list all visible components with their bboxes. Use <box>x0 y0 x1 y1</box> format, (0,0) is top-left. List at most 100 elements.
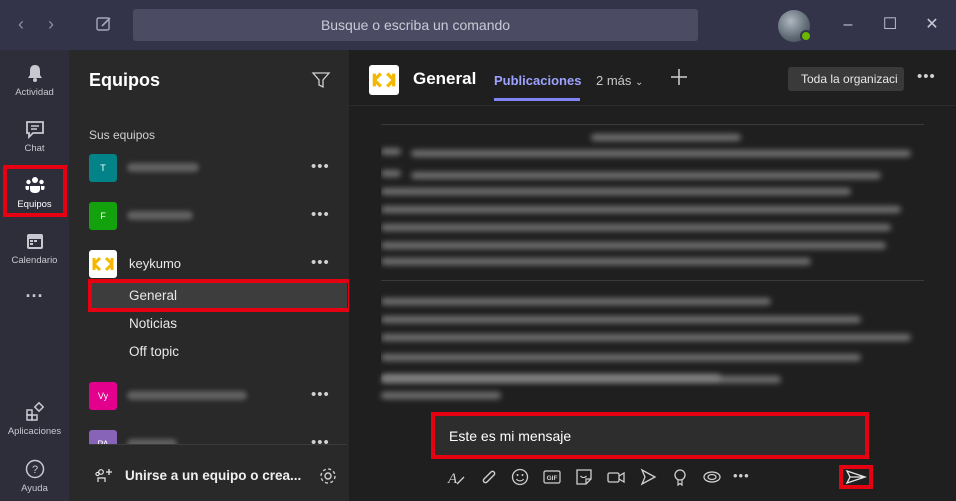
redacted-text <box>411 172 881 179</box>
svg-text:GIF: GIF <box>547 475 558 482</box>
redacted-text <box>381 148 401 155</box>
divider <box>381 280 924 281</box>
team-row-keykumo[interactable]: keykumo ••• <box>69 244 349 284</box>
minimize-icon[interactable]: – <box>833 10 863 40</box>
new-chat-icon[interactable] <box>93 13 115 35</box>
rail-label: Ayuda <box>21 483 48 494</box>
more-label: ··· <box>25 286 44 306</box>
redacted-text <box>381 316 861 323</box>
team-avatar: PA <box>89 430 117 444</box>
rail-label: Calendario <box>11 255 58 266</box>
team-avatar: Vy <box>89 382 117 410</box>
redacted-text <box>381 258 811 265</box>
channel-area: General Publicaciones 2 más ⌄ Toda la or… <box>349 50 956 501</box>
more-options-icon[interactable]: ••• <box>311 206 330 223</box>
tab-publicaciones[interactable]: Publicaciones <box>494 73 581 88</box>
channel-title: General <box>413 69 477 88</box>
more-options-icon[interactable]: ••• <box>311 434 330 444</box>
more-options-icon[interactable]: ••• <box>311 386 330 403</box>
more-options-icon[interactable]: ••• <box>311 254 330 271</box>
highlight-box <box>3 165 67 217</box>
sticker-icon[interactable] <box>573 466 595 488</box>
redacted-text <box>381 224 891 231</box>
section-label: Sus equipos <box>89 128 156 142</box>
loop-icon[interactable] <box>701 466 723 488</box>
team-row[interactable]: PA ••• <box>69 424 349 444</box>
app-rail: Actividad Chat Equipos Calendario ··· Ap… <box>0 50 69 501</box>
redacted-text <box>381 354 861 361</box>
team-name-redacted <box>127 211 193 220</box>
team-name: keykumo <box>129 256 182 271</box>
svg-text:A: A <box>447 471 458 487</box>
channel-header: General Publicaciones 2 más ⌄ Toda la or… <box>349 50 956 106</box>
rail-item-actividad[interactable]: Actividad <box>0 56 69 112</box>
chat-icon <box>25 121 44 140</box>
rail-item-chat[interactable]: Chat <box>0 112 69 168</box>
praise-icon[interactable] <box>669 466 691 488</box>
chevron-down-icon: ⌄ <box>635 77 644 88</box>
keykumo-logo-icon <box>369 65 399 95</box>
redacted-text <box>381 334 911 341</box>
apps-icon <box>25 401 44 421</box>
redacted-text <box>381 298 771 305</box>
team-avatar: T <box>89 154 117 182</box>
forward-arrow-icon[interactable]: › <box>40 13 62 35</box>
attach-icon[interactable] <box>477 466 499 488</box>
join-or-create-team[interactable]: Unirse a un equipo o crea... <box>69 455 349 495</box>
presence-available-icon <box>800 30 812 42</box>
add-tab-icon[interactable] <box>669 67 689 87</box>
search-input[interactable]: Busque o escriba un comando <box>133 9 698 41</box>
channel-noticias[interactable]: Noticias <box>89 310 347 338</box>
team-row[interactable]: Vy ••• <box>69 376 349 416</box>
more-options-icon[interactable]: ••• <box>311 158 330 175</box>
stream-icon[interactable] <box>637 466 659 488</box>
rail-item-equipos[interactable]: Equipos <box>0 165 69 224</box>
back-arrow-icon[interactable]: ‹ <box>10 13 32 35</box>
team-row[interactable]: T ••• <box>69 148 349 188</box>
redacted-text <box>381 170 401 177</box>
gear-icon[interactable] <box>318 466 338 486</box>
bell-icon <box>27 65 42 82</box>
svg-text:?: ? <box>31 464 37 476</box>
meet-now-icon[interactable] <box>605 466 627 488</box>
redacted-text <box>381 188 851 195</box>
redacted-text <box>591 134 741 141</box>
emoji-icon[interactable] <box>509 466 531 488</box>
format-icon[interactable]: A <box>445 466 467 488</box>
rail-item-ayuda[interactable]: ? Ayuda <box>0 452 69 501</box>
redacted-text <box>381 242 886 249</box>
rail-label: Aplicaciones <box>7 426 62 437</box>
highlight-box <box>431 412 869 459</box>
title-bar: ‹ › Busque o escriba un comando – ☐ ✕ <box>0 0 956 50</box>
gif-icon[interactable]: GIF <box>541 466 563 488</box>
team-name-redacted <box>127 163 199 172</box>
team-row[interactable]: F ••• <box>69 196 349 236</box>
teams-window: ‹ › Busque o escriba un comando – ☐ ✕ Ac… <box>0 0 956 501</box>
more-options-icon[interactable]: ••• <box>733 466 755 488</box>
channel-off-topic[interactable]: Off topic <box>89 338 347 366</box>
rail-item-calendario[interactable]: Calendario <box>0 224 69 280</box>
join-label: Unirse a un equipo o crea... <box>125 468 302 483</box>
rail-item-aplicaciones[interactable]: Aplicaciones <box>0 395 69 451</box>
add-team-icon <box>95 469 112 482</box>
send-button[interactable] <box>839 465 873 489</box>
org-button[interactable]: Toda la organizaci <box>788 67 904 91</box>
panel-title: Equipos <box>89 70 160 90</box>
redacted-text <box>381 392 501 399</box>
team-avatar: F <box>89 202 117 230</box>
message-feed <box>381 108 924 408</box>
rail-label: Actividad <box>15 87 54 98</box>
filter-icon[interactable] <box>311 70 331 90</box>
maximize-icon[interactable]: ☐ <box>875 10 905 40</box>
more-options-icon[interactable]: ••• <box>917 68 936 85</box>
team-name-redacted <box>127 391 247 400</box>
help-icon: ? <box>25 459 44 479</box>
divider <box>381 124 924 125</box>
teams-panel: Equipos Sus equipos T ••• F ••• keykumo … <box>69 50 352 501</box>
more-apps-icon[interactable]: ··· <box>0 286 69 342</box>
redacted-text <box>381 206 901 213</box>
close-icon[interactable]: ✕ <box>917 10 947 40</box>
tab-more[interactable]: 2 más ⌄ <box>596 73 643 88</box>
rail-label: Chat <box>24 143 45 154</box>
calendar-icon <box>26 234 43 249</box>
